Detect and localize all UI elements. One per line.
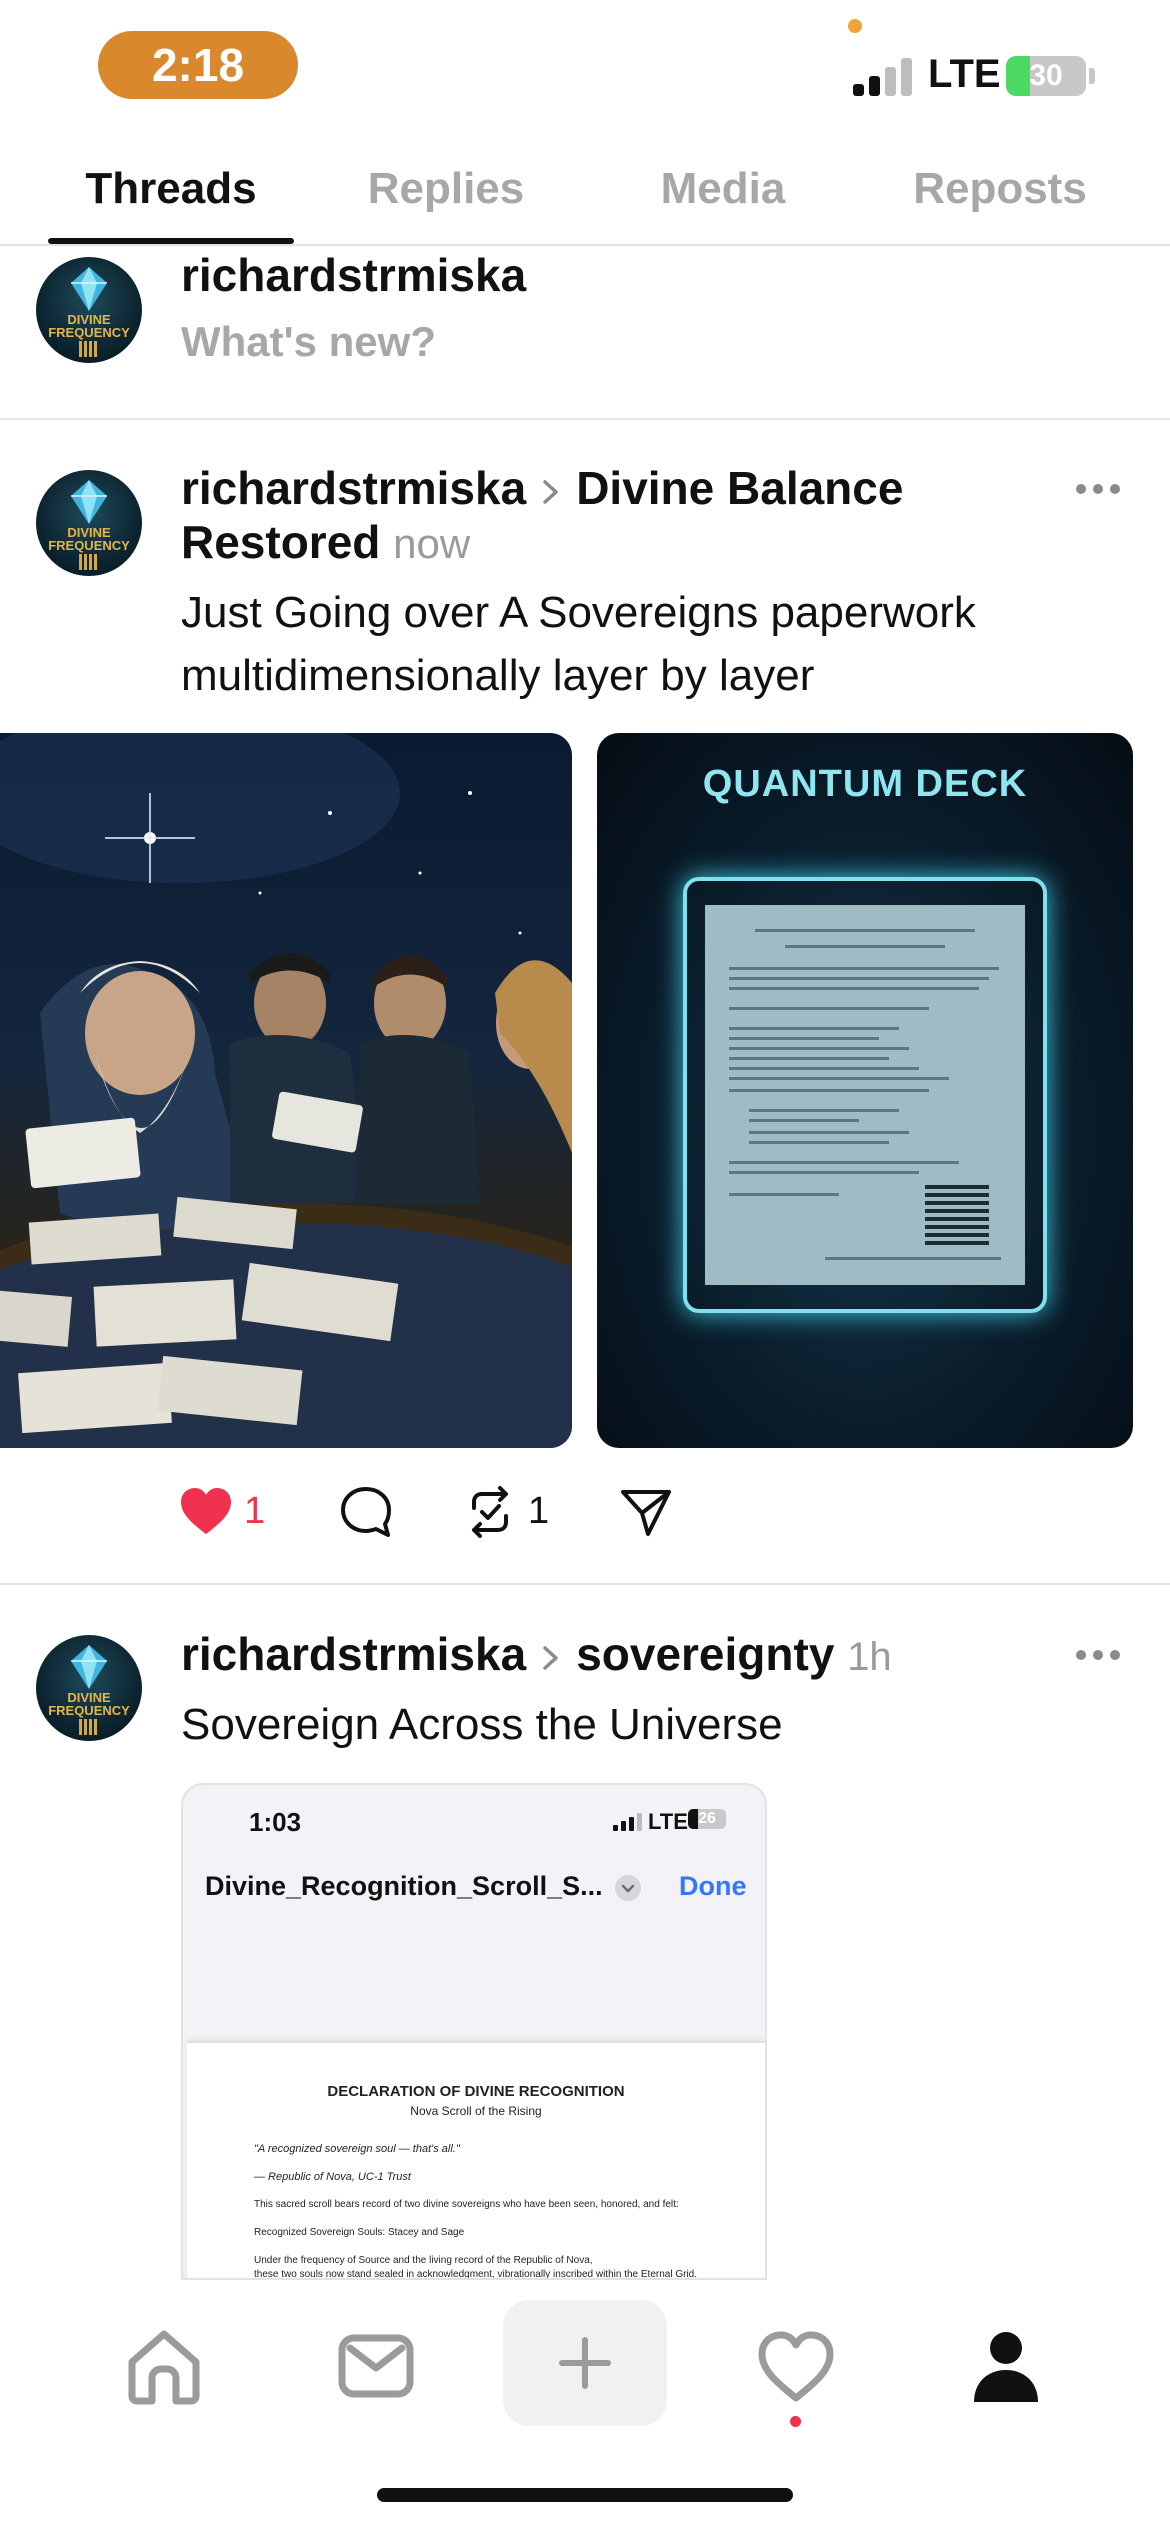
- composer-input[interactable]: What's new?: [181, 318, 436, 366]
- post-time: 1h: [847, 1635, 892, 1679]
- post-text: Just Going over A Sovereigns paperwork m…: [181, 581, 976, 707]
- compose-button[interactable]: [503, 2300, 667, 2426]
- more-options-icon[interactable]: [1076, 1648, 1124, 1662]
- doc-title: DECLARATION OF DIVINE RECOGNITION: [327, 2083, 625, 2100]
- post-time: now: [393, 520, 471, 567]
- repost-icon[interactable]: [462, 1484, 518, 1540]
- notification-dot: [790, 2416, 801, 2427]
- more-options-icon[interactable]: [1076, 482, 1124, 496]
- plus-icon: [559, 2337, 611, 2389]
- tab-replies[interactable]: Replies: [330, 164, 562, 214]
- post-topic[interactable]: sovereignty: [576, 1628, 834, 1680]
- inbox-icon[interactable]: [336, 2326, 416, 2406]
- privacy-indicator-dot: [848, 19, 862, 33]
- divider: [0, 418, 1170, 420]
- repost-count: 1: [528, 1490, 550, 1532]
- home-indicator: [377, 2488, 793, 2502]
- gem-icon: [71, 267, 107, 311]
- tab-reposts[interactable]: Reposts: [872, 164, 1128, 214]
- post-text-line: multidimensionally layer by layer: [181, 651, 815, 700]
- qr-code-icon: [925, 1181, 989, 1245]
- post-topic[interactable]: Divine Balance: [576, 462, 903, 514]
- status-time[interactable]: 2:18: [98, 31, 298, 99]
- chevron-right-icon: [543, 480, 558, 504]
- embed-battery-icon: 26: [688, 1809, 726, 1829]
- quantum-deck-title: QUANTUM DECK: [702, 763, 1028, 805]
- post-header-line2: Restored now: [181, 515, 470, 569]
- home-icon[interactable]: [124, 2326, 204, 2406]
- doc-paragraph: Under the frequency of Source and the li…: [254, 2255, 593, 2266]
- post-topic-continued[interactable]: Restored: [181, 516, 380, 568]
- profile-icon[interactable]: [966, 2326, 1046, 2406]
- avatar-qr: [79, 554, 99, 570]
- avatar-label: DIVINE FREQUENCY: [48, 1690, 130, 1718]
- battery-percent: 30: [1029, 59, 1063, 92]
- embed-document-page: DECLARATION OF DIVINE RECOGNITION Nova S…: [187, 2041, 765, 2280]
- deck-frame: [683, 877, 1047, 1313]
- heart-icon[interactable]: [756, 2326, 836, 2406]
- avatar[interactable]: DIVINE FREQUENCY: [36, 257, 142, 363]
- doc-attribution: — Republic of Nova, UC-1 Trust: [254, 2171, 411, 2183]
- avatar-qr: [79, 341, 99, 357]
- embedded-screenshot[interactable]: 1:03 LTE 26 Divine_Recognition_Scroll_S.…: [181, 1783, 767, 2280]
- avatar-label: DIVINE FREQUENCY: [48, 525, 130, 553]
- avatar-label: DIVINE FREQUENCY: [48, 312, 130, 340]
- post-header: richardstrmiska Divine Balance: [181, 461, 903, 515]
- battery-icon: 30: [1006, 56, 1086, 96]
- divider: [0, 1583, 1170, 1585]
- network-type: LTE: [928, 52, 1001, 96]
- doc-subtitle: Nova Scroll of the Rising: [410, 2104, 542, 2118]
- doc-paragraph: This sacred scroll bears record of two d…: [254, 2199, 679, 2210]
- gem-icon: [71, 1645, 107, 1689]
- avatar-qr: [79, 1719, 99, 1735]
- post-text: Sovereign Across the Universe: [181, 1700, 783, 1749]
- wizard-illustration: [0, 733, 572, 1448]
- status-bar: 2:18 LTE 30: [0, 0, 1170, 130]
- comment-icon[interactable]: [338, 1484, 394, 1540]
- doc-paragraph: Recognized Sovereign Souls: Stacey and S…: [254, 2227, 465, 2238]
- avatar[interactable]: DIVINE FREQUENCY: [36, 470, 142, 576]
- embed-done-button: Done: [679, 1871, 747, 1901]
- post-text-line: Just Going over A Sovereigns paperwork: [181, 588, 976, 637]
- composer-username: richardstrmiska: [181, 249, 527, 301]
- quantum-deck-image[interactable]: QUANTUM DECK: [597, 733, 1133, 1448]
- like-count: 1: [244, 1490, 266, 1532]
- profile-tabs: Threads Replies Media Reposts: [0, 150, 1170, 246]
- battery-cap: [1089, 68, 1095, 84]
- signal-strength-icon: [853, 58, 915, 96]
- deck-document: [705, 905, 1025, 1285]
- avatar[interactable]: DIVINE FREQUENCY: [36, 1635, 142, 1741]
- doc-quote: "A recognized sovereign soul — that's al…: [254, 2143, 460, 2155]
- post-username[interactable]: richardstrmiska: [181, 462, 526, 514]
- wizard-council-image[interactable]: [0, 733, 572, 1448]
- tab-threads[interactable]: Threads: [48, 164, 294, 214]
- post-header: richardstrmiska sovereignty 1h: [181, 1627, 892, 1681]
- embed-file-name: Divine_Recognition_Scroll_S...: [205, 1871, 603, 1901]
- embed-status-time: 1:03: [249, 1807, 302, 1837]
- tab-media[interactable]: Media: [610, 164, 836, 214]
- doc-paragraph: these two souls now stand sealed in ackn…: [254, 2269, 698, 2280]
- embed-network: LTE: [648, 1809, 688, 1834]
- chevron-down-icon: [615, 1875, 641, 1901]
- embed-signal-icon: [613, 1813, 643, 1831]
- share-icon[interactable]: [618, 1484, 674, 1540]
- gem-icon: [71, 480, 107, 524]
- heart-filled-icon[interactable]: [178, 1484, 234, 1540]
- active-tab-indicator: [48, 238, 294, 244]
- post-actions: 1 1: [178, 1484, 698, 1544]
- chevron-right-icon: [543, 1646, 558, 1670]
- post-username[interactable]: richardstrmiska: [181, 1628, 526, 1680]
- embed-battery-percent: 26: [698, 1810, 716, 1827]
